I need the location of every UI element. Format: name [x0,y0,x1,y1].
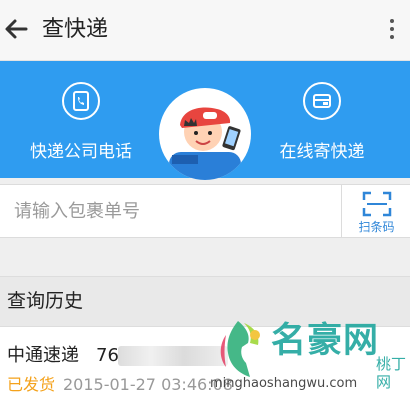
history-title: 查询历史 [7,290,84,312]
scan-label: 扫条码 [358,220,395,234]
back-arrow-icon[interactable] [2,13,32,45]
watermark-subtitle: 桃丁网 [376,355,407,391]
courier-phone-label: 快递公司电话 [30,142,132,162]
app-bar: 查快递 [0,0,410,61]
page-title: 查快递 [42,17,109,42]
tracking-number: 76 [96,345,119,366]
scan-barcode-button[interactable]: 扫条码 [341,185,410,237]
hero-banner: 快递公司电话 在线寄快递 [0,61,410,180]
courier-avatar-icon [159,88,251,180]
box-icon [303,82,341,120]
woman-profile-logo [220,321,260,377]
online-send-button[interactable]: 在线寄快递 [252,61,392,178]
watermark-url: minghaoshangwu.com [210,376,358,391]
tracking-number-input[interactable] [0,185,340,237]
barcode-scan-icon [362,191,392,217]
online-send-label: 在线寄快递 [279,142,365,162]
more-menu-icon[interactable] [384,16,400,44]
tracking-search-bar: 扫条码 [0,184,410,238]
phone-book-icon [62,82,100,120]
watermark-title: 名豪网 [271,321,380,361]
shipping-status: 已发货 [7,375,56,394]
courier-phone-button[interactable]: 快递公司电话 [11,61,151,178]
carrier-name: 中通速递 [7,345,79,366]
watermark: 名豪网 桃丁网 minghaoshangwu.com [208,309,408,401]
